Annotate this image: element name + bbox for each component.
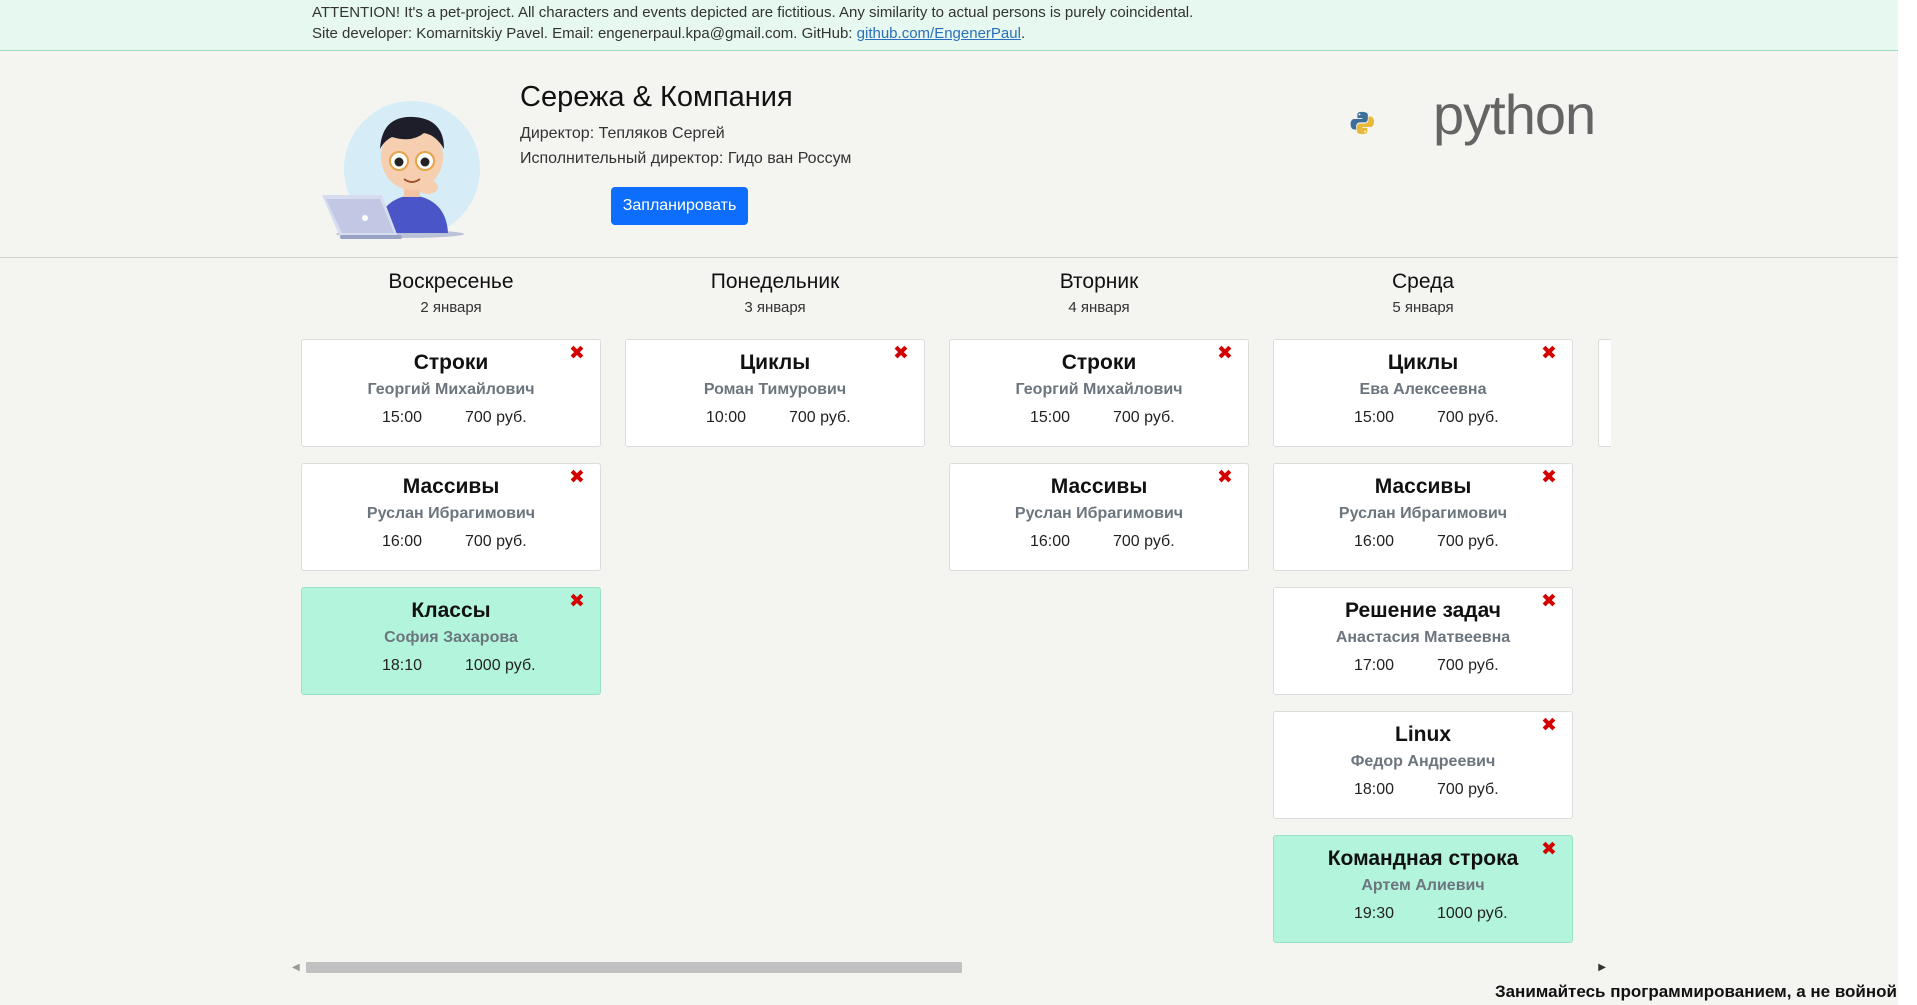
lesson-title: Классы (411, 599, 491, 622)
lesson-card[interactable]: Решение задач Анастасия Матвеевна 17:00 … (1273, 587, 1573, 695)
delete-icon[interactable]: ✖ (1216, 468, 1234, 487)
notice-line-1: ATTENTION! It's a pet-project. All chara… (312, 4, 1194, 21)
notice-line-2: Site developer: Komarnitskiy Pavel. Emai… (312, 25, 1025, 42)
day-column-tuesday: Вторник 4 января Строки Георгий Михайлов… (949, 270, 1249, 571)
delete-icon[interactable]: ✖ (1540, 592, 1558, 611)
lesson-price: 700 руб. (1437, 409, 1499, 426)
python-logo (1350, 111, 1374, 135)
lesson-price: 1000 руб. (465, 657, 536, 674)
lesson-time: 15:00 (1030, 409, 1071, 426)
day-name: Понедельник (710, 270, 840, 293)
lesson-card[interactable]: Строки Георгий Михайлович 15:00 700 руб.… (301, 339, 601, 447)
lesson-time: 15:00 (1354, 409, 1395, 426)
github-link[interactable]: github.com/EngenerPaul (857, 25, 1021, 42)
lesson-teacher: Георгий Михайлович (367, 381, 535, 398)
lesson-time: 19:30 (1354, 905, 1395, 922)
delete-icon[interactable]: ✖ (1216, 344, 1234, 363)
notice-bar: ATTENTION! It's a pet-project. All chara… (0, 0, 1898, 51)
day-column-wednesday: Среда 5 января Циклы Ева Алексеевна 15:0… (1273, 270, 1573, 943)
lesson-card[interactable]: Linux Федор Андреевич 18:00 700 руб. ✖ (1273, 711, 1573, 819)
lesson-title: Массивы (1374, 475, 1472, 498)
lesson-teacher: Федор Андреевич (1350, 753, 1496, 770)
lesson-time: 18:00 (1354, 781, 1395, 798)
lesson-title: Командная строка (1327, 847, 1519, 870)
lesson-time: 10:00 (706, 409, 747, 426)
lesson-teacher: Руслан Ибрагимович (1338, 505, 1508, 522)
lesson-title: Linux (1395, 723, 1451, 746)
schedule-button[interactable]: Запланировать (611, 187, 748, 225)
lesson-title: Массивы (402, 475, 500, 498)
lesson-card[interactable]: Циклы Ева Алексеевна 15:00 700 руб. ✖ (1273, 339, 1573, 447)
company-header: Сережа & Компания Директор: Тепляков Сер… (0, 51, 1898, 258)
lesson-time: 18:10 (382, 657, 423, 674)
lesson-price: 700 руб. (1437, 533, 1499, 550)
day-name: Вторник (1059, 270, 1139, 293)
delete-icon[interactable]: ✖ (892, 344, 910, 363)
lesson-price: 700 руб. (465, 533, 527, 550)
day-date: 2 января (420, 299, 482, 316)
lesson-teacher: Георгий Михайлович (1015, 381, 1183, 398)
director-info: Директор: Тепляков Сергей (520, 125, 725, 142)
exec-director-info: Исполнительный директор: Гидо ван Россум (520, 150, 852, 167)
lesson-price: 700 руб. (1437, 657, 1499, 674)
delete-icon[interactable]: ✖ (568, 468, 586, 487)
day-date: 5 января (1392, 299, 1454, 316)
lesson-price: 700 руб. (789, 409, 851, 426)
lesson-title: Массивы (1050, 475, 1148, 498)
day-column-sunday: Воскресенье 2 января Строки Георгий Миха… (301, 270, 601, 695)
lesson-card[interactable]: Строки Георгий Михайлович 15:00 700 руб.… (949, 339, 1249, 447)
lesson-teacher: Руслан Ибрагимович (1014, 505, 1184, 522)
lesson-price: 1000 руб. (1437, 905, 1508, 922)
lesson-teacher: Руслан Ибрагимович (366, 505, 536, 522)
delete-icon[interactable]: ✖ (568, 344, 586, 363)
delete-icon[interactable]: ✖ (1540, 716, 1558, 735)
delete-icon[interactable]: ✖ (568, 592, 586, 611)
lesson-teacher: Артем Алиевич (1361, 877, 1485, 894)
day-name: Воскресенье (388, 270, 514, 293)
page-scrollbar[interactable] (1898, 0, 1917, 1005)
lesson-teacher: Роман Тимурович (703, 381, 847, 398)
lesson-title: Строки (413, 351, 489, 374)
horizontal-scrollbar[interactable]: ◀ ▶ (292, 959, 1606, 975)
lesson-card-paid[interactable]: Командная строка Артем Алиевич 19:30 100… (1273, 835, 1573, 943)
lesson-price: 700 руб. (1113, 533, 1175, 550)
delete-icon[interactable]: ✖ (1540, 840, 1558, 859)
lesson-card[interactable]: Массивы Руслан Ибрагимович 16:00 700 руб… (949, 463, 1249, 571)
company-title: Сережа & Компания (520, 81, 793, 113)
lesson-time: 16:00 (382, 533, 423, 550)
lesson-time: 16:00 (1354, 533, 1395, 550)
delete-icon[interactable]: ✖ (1540, 468, 1558, 487)
lesson-time: 16:00 (1030, 533, 1071, 550)
notice-suffix: . (1020, 25, 1026, 42)
footer-slogan: Занимайтесь программированием, а не войн… (1494, 982, 1897, 1001)
lesson-card[interactable]: Массивы Руслан Ибрагимович 16:00 700 руб… (301, 463, 601, 571)
lesson-price: 700 руб. (465, 409, 527, 426)
developer-avatar (322, 101, 480, 239)
lesson-time: 15:00 (382, 409, 423, 426)
day-name: Среда (1392, 270, 1454, 293)
day-column-monday: Понедельник 3 января Циклы Роман Тимуров… (625, 270, 925, 447)
lesson-card-partial[interactable] (1598, 339, 1611, 447)
day-date: 3 января (744, 299, 806, 316)
scrollbar-thumb[interactable] (306, 962, 962, 973)
lesson-teacher: София Захарова (384, 629, 518, 646)
lesson-teacher: Анастасия Матвеевна (1335, 629, 1511, 646)
lesson-teacher: Ева Алексеевна (1359, 381, 1487, 398)
developer-info: Site developer: Komarnitskiy Pavel. Emai… (312, 25, 857, 42)
python-logo-text: python (1433, 83, 1596, 146)
lesson-card[interactable]: Циклы Роман Тимурович 10:00 700 руб. ✖ (625, 339, 925, 447)
lesson-time: 17:00 (1354, 657, 1395, 674)
delete-icon[interactable]: ✖ (1540, 344, 1558, 363)
lesson-price: 700 руб. (1113, 409, 1175, 426)
scroll-right-icon[interactable]: ▶ (1598, 962, 1606, 973)
lesson-title: Циклы (739, 351, 811, 374)
lesson-title: Строки (1061, 351, 1137, 374)
lesson-card[interactable]: Массивы Руслан Ибрагимович 16:00 700 руб… (1273, 463, 1573, 571)
lesson-price: 700 руб. (1437, 781, 1499, 798)
lesson-title: Циклы (1387, 351, 1459, 374)
lesson-title: Решение задач (1345, 599, 1501, 622)
lesson-card-paid[interactable]: Классы София Захарова 18:10 1000 руб. ✖ (301, 587, 601, 695)
day-date: 4 января (1068, 299, 1130, 316)
scroll-left-icon[interactable]: ◀ (292, 962, 300, 973)
